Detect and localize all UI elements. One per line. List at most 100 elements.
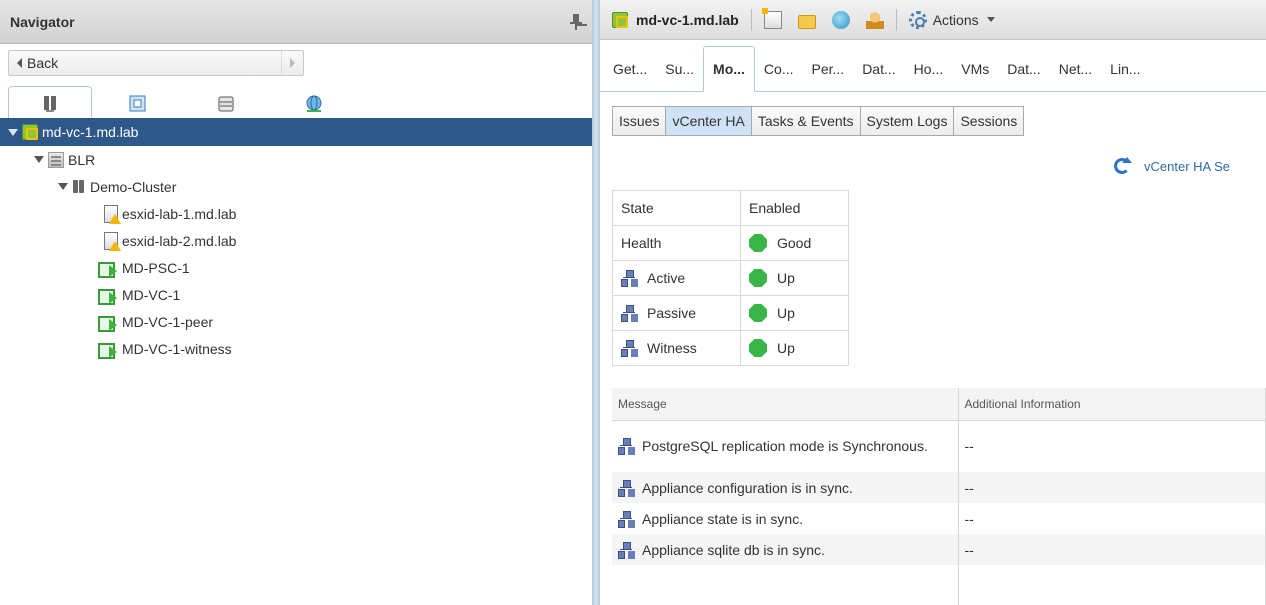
status-ok-icon [749, 234, 767, 252]
tab-summary[interactable]: Su... [656, 47, 703, 91]
object-toolbar: md-vc-1.md.lab Actions [600, 0, 1266, 40]
tree-item-label: MD-VC-1-peer [122, 313, 214, 330]
tree-item-label: MD-PSC-1 [122, 259, 190, 276]
tree-item-vm[interactable]: MD-PSC-1 [0, 254, 592, 281]
back-arrow-icon [17, 58, 22, 68]
gear-icon [908, 10, 927, 29]
back-button[interactable]: Back [9, 55, 281, 71]
tab-networking[interactable] [272, 88, 356, 120]
cluster-icon [44, 95, 56, 112]
vcenter-icon [612, 11, 628, 28]
back-label: Back [27, 55, 59, 71]
forward-button[interactable] [281, 51, 303, 75]
vm-icon [98, 260, 118, 278]
ha-settings-label: vCenter HA Se [1144, 158, 1230, 174]
subtab-vcenter-ha[interactable]: vCenter HA [666, 107, 752, 135]
node-icon [618, 438, 634, 456]
tab-hosts[interactable]: Ho... [905, 47, 953, 91]
message-text: PostgreSQL replication mode is Synchrono… [642, 438, 928, 455]
node-row-passive: Passive Up [612, 295, 849, 331]
expand-icon[interactable] [34, 156, 44, 163]
permissions-icon[interactable] [865, 10, 884, 29]
tree-item-datacenter[interactable]: BLR [0, 146, 592, 173]
table-row[interactable]: Appliance state is in sync. -- [612, 503, 1266, 534]
message-text: Appliance configuration is in sync. [642, 479, 853, 496]
refresh-icon[interactable] [1114, 157, 1132, 174]
inventory-tabs [8, 84, 592, 120]
add-host-icon[interactable] [761, 7, 782, 29]
actions-menu-button[interactable]: Actions [908, 10, 995, 29]
health-value: Good [777, 235, 812, 251]
table-row[interactable]: Appliance configuration is in sync. -- [612, 472, 1266, 503]
tree-item-host[interactable]: esxid-lab-2.md.lab [0, 227, 592, 254]
info-text: -- [958, 503, 1266, 534]
tab-configure[interactable]: Co... [755, 47, 803, 91]
info-text: -- [958, 534, 1266, 565]
ha-state-table: State Enabled Health Good Active Up Pass… [612, 190, 849, 366]
table-row[interactable]: Appliance sqlite db is in sync. -- [612, 534, 1266, 565]
storage-icon [218, 96, 234, 112]
vcenter-icon [22, 124, 38, 140]
node-icon [621, 340, 637, 357]
tab-monitor[interactable]: Mo... [703, 46, 755, 92]
forward-arrow-icon [290, 58, 295, 68]
vm-icon [98, 287, 118, 305]
host-warning-icon [104, 231, 121, 251]
tree-item-vm[interactable]: MD-VC-1-witness [0, 335, 592, 362]
column-header-additional-info[interactable]: Additional Information [958, 388, 1266, 421]
tree-item-label: esxid-lab-2.md.lab [122, 232, 237, 249]
network-globe-icon [306, 95, 322, 112]
tree-item-label: esxid-lab-1.md.lab [122, 205, 237, 222]
tab-vms[interactable]: VMs [952, 47, 998, 91]
node-icon [621, 270, 637, 287]
expand-icon[interactable] [8, 128, 18, 136]
panel-splitter[interactable] [592, 0, 600, 605]
node-icon [618, 541, 634, 559]
node-status: Up [777, 340, 795, 356]
monitor-subtabs: Issues vCenter HA Tasks & Events System … [612, 106, 1025, 136]
status-ok-icon [749, 304, 767, 322]
inventory-tree: md-vc-1.md.lab BLR Demo-Cluster esxid-la… [0, 118, 592, 362]
expand-icon[interactable] [58, 183, 68, 190]
tab-storage[interactable] [184, 88, 268, 120]
navigator-panel: Navigator Back md-vc-1.md.lab BLR Demo-C… [0, 0, 592, 605]
node-status: Up [777, 305, 795, 321]
vm-icon [98, 341, 118, 359]
vm-template-icon [129, 95, 146, 112]
tree-item-vm[interactable]: MD-VC-1-peer [0, 308, 592, 335]
table-row[interactable]: PostgreSQL replication mode is Synchrono… [612, 420, 1266, 472]
chevron-down-icon [986, 17, 995, 22]
tab-networks[interactable]: Net... [1050, 47, 1101, 91]
subtab-system-logs[interactable]: System Logs [860, 107, 955, 135]
object-panel: md-vc-1.md.lab Actions Get... Su... Mo..… [600, 0, 1266, 605]
vm-icon [98, 314, 118, 332]
tab-datacenters[interactable]: Dat... [853, 47, 904, 91]
tree-item-cluster[interactable]: Demo-Cluster [0, 173, 592, 200]
new-network-icon[interactable] [831, 10, 850, 29]
node-label: Passive [647, 305, 697, 321]
tab-getting-started[interactable]: Get... [604, 47, 656, 91]
tree-item-label: md-vc-1.md.lab [42, 124, 139, 140]
state-label: State [612, 190, 741, 226]
state-row: State Enabled [612, 190, 849, 226]
vcenter-ha-settings-link[interactable]: vCenter HA Se [1114, 157, 1230, 174]
subtab-sessions[interactable]: Sessions [954, 107, 1024, 135]
actions-label: Actions [932, 11, 979, 28]
pin-icon[interactable] [570, 13, 582, 30]
tab-datastores[interactable]: Dat... [998, 47, 1049, 91]
tab-hosts-clusters[interactable] [8, 86, 92, 120]
node-icon [618, 510, 634, 528]
status-ok-icon [749, 339, 767, 357]
new-folder-icon[interactable] [797, 14, 816, 29]
tree-item-host[interactable]: esxid-lab-1.md.lab [0, 200, 592, 227]
info-text: -- [958, 420, 1266, 472]
tab-linked[interactable]: Lin... [1101, 47, 1149, 91]
tree-item-vm[interactable]: MD-VC-1 [0, 281, 592, 308]
tab-permissions[interactable]: Per... [803, 47, 854, 91]
toolbar-divider [895, 8, 897, 31]
subtab-issues[interactable]: Issues [613, 107, 667, 135]
subtab-tasks-events[interactable]: Tasks & Events [751, 107, 861, 135]
column-header-message[interactable]: Message [612, 388, 959, 421]
tree-item-vcenter[interactable]: md-vc-1.md.lab [0, 118, 592, 146]
tab-vms-templates[interactable] [96, 88, 180, 120]
